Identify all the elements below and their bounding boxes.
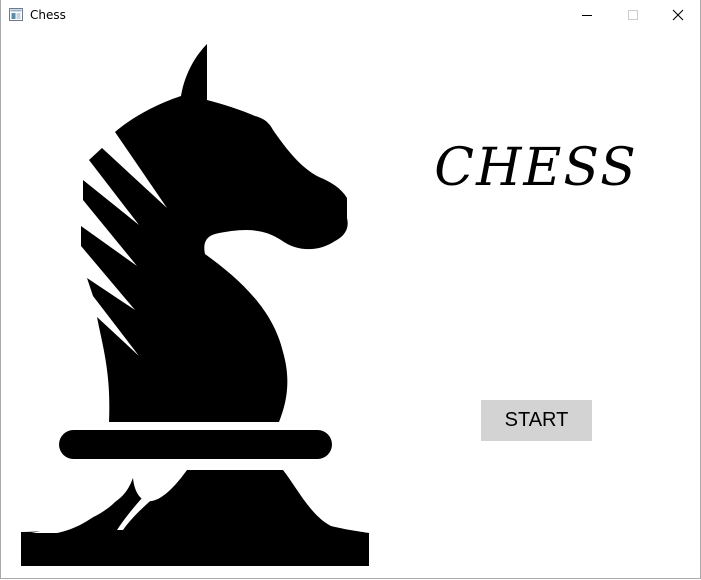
minimize-button[interactable]	[564, 0, 610, 30]
maximize-icon	[628, 10, 638, 20]
title-bar[interactable]: Chess	[1, 0, 700, 30]
app-icon	[9, 8, 23, 21]
close-icon	[672, 9, 684, 21]
minimize-icon	[582, 15, 592, 16]
window-title: Chess	[30, 8, 66, 22]
start-button[interactable]: START	[481, 400, 592, 441]
main-panel: CHESS START	[1, 30, 700, 578]
close-button[interactable]	[655, 0, 701, 30]
knight-icon	[21, 44, 369, 566]
app-window: Chess CHESS START	[0, 0, 701, 579]
maximize-button[interactable]	[610, 0, 656, 30]
game-title: CHESS	[434, 138, 638, 198]
